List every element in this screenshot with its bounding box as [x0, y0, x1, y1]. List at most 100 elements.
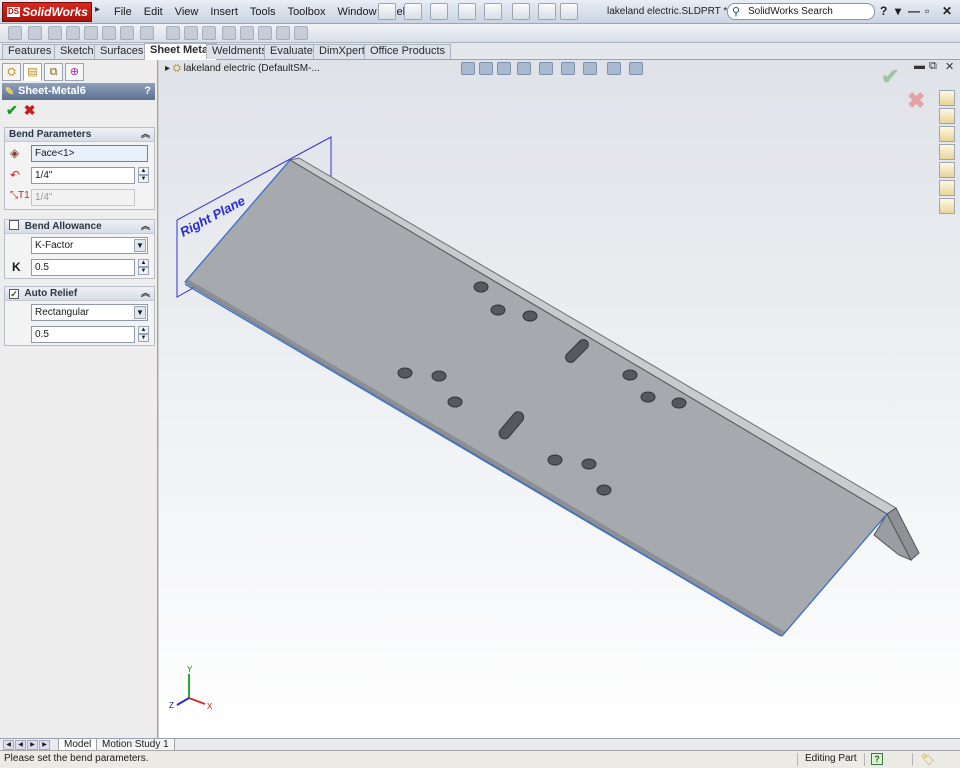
no-bends-icon[interactable]: [222, 26, 236, 40]
tags-icon[interactable]: 🏷: [921, 752, 935, 768]
graphics-area[interactable]: ▸ ⛭ lakeland electric (DefaultSM-... ▬ ⧉…: [159, 60, 960, 738]
thickness-field[interactable]: 1/4": [31, 189, 135, 206]
menu-edit[interactable]: Edit: [138, 5, 169, 19]
minimize-icon[interactable]: —: [908, 4, 920, 18]
collapse-chevron-icon[interactable]: ︽: [141, 287, 150, 300]
fixed-face-field[interactable]: Face<1>: [31, 145, 148, 162]
graphics-restore-icon[interactable]: ⧉: [929, 60, 937, 73]
convert-to-sheet-metal-icon[interactable]: [28, 26, 42, 40]
bend-allowance-checkbox[interactable]: [9, 220, 19, 230]
open-icon[interactable]: [404, 3, 422, 20]
confirmation-corner-ok-icon[interactable]: ✔: [881, 64, 899, 90]
menu-view[interactable]: View: [169, 5, 205, 19]
collapse-chevron-icon[interactable]: ︽: [141, 220, 150, 233]
view-palette-icon[interactable]: [939, 162, 955, 178]
hem-icon[interactable]: [84, 26, 98, 40]
last-tab-icon[interactable]: ▶: [39, 740, 50, 750]
first-tab-icon[interactable]: ◀: [3, 740, 14, 750]
k-factor-field[interactable]: 0.5: [31, 259, 135, 276]
closed-corner-icon[interactable]: [140, 26, 154, 40]
close-icon[interactable]: ✕: [942, 4, 952, 18]
solidworks-logo[interactable]: DS SolidWorks: [2, 2, 92, 22]
graphics-close-icon[interactable]: ✕: [945, 60, 954, 73]
menu-tools[interactable]: Tools: [244, 5, 282, 19]
design-library-icon[interactable]: [939, 108, 955, 124]
file-explorer-icon[interactable]: [939, 126, 955, 142]
tab-office-products[interactable]: Office Products: [364, 44, 451, 59]
save-icon[interactable]: [430, 3, 448, 20]
custom-properties-icon[interactable]: [939, 198, 955, 214]
vent-icon[interactable]: [294, 26, 308, 40]
ok-button[interactable]: ✔: [6, 102, 18, 119]
configuration-manager-tab-icon[interactable]: ⧉: [44, 63, 63, 81]
hide-show-items-icon[interactable]: [583, 62, 597, 75]
extruded-cut-icon[interactable]: [258, 26, 272, 40]
bend-allowance-header[interactable]: Bend Allowance ︽: [5, 220, 154, 234]
graphics-minimize-icon[interactable]: ▬: [914, 60, 925, 72]
help-dropdown-icon[interactable]: ▾: [895, 4, 901, 18]
dimxpert-manager-tab-icon[interactable]: ⊕: [65, 63, 84, 81]
simple-hole-icon[interactable]: [276, 26, 290, 40]
sketched-bend-icon[interactable]: [102, 26, 116, 40]
bend-parameters-header[interactable]: Bend Parameters ︽: [5, 128, 154, 142]
tab-sketch[interactable]: Sketch: [54, 44, 100, 59]
cancel-button[interactable]: ✖: [24, 102, 36, 119]
bend-allowance-type-select[interactable]: K-Factor ▼: [31, 237, 148, 254]
undo-icon[interactable]: [484, 3, 502, 20]
bend-radius-field[interactable]: 1/4": [31, 167, 135, 184]
relief-ratio-spinner[interactable]: ▲ ▼: [138, 326, 149, 343]
bend-radius-spinner[interactable]: ▲ ▼: [138, 167, 149, 184]
menu-insert[interactable]: Insert: [204, 5, 244, 19]
logo-menu-arrow-icon[interactable]: ▸: [95, 4, 100, 15]
previous-view-icon[interactable]: [497, 62, 511, 75]
collapse-chevron-icon[interactable]: ︽: [141, 128, 150, 141]
tab-evaluate[interactable]: Evaluate: [264, 44, 319, 59]
quick-tips-icon[interactable]: ?: [871, 753, 883, 765]
relief-type-select[interactable]: Rectangular ▼: [31, 304, 148, 321]
menu-toolbox[interactable]: Toolbox: [282, 5, 332, 19]
cross-break-icon[interactable]: [120, 26, 134, 40]
select-icon[interactable]: [512, 3, 530, 20]
edge-flange-icon[interactable]: [48, 26, 62, 40]
property-manager-tab-icon[interactable]: ▤: [23, 63, 42, 81]
tab-dimxpert[interactable]: DimXpert: [313, 44, 371, 59]
feature-manager-tab-icon[interactable]: ⛭: [2, 63, 21, 81]
help-menu-icon[interactable]: ?: [880, 4, 887, 18]
new-document-icon[interactable]: [378, 3, 396, 20]
tab-features[interactable]: Features: [2, 44, 58, 59]
zoom-to-area-icon[interactable]: [479, 62, 493, 75]
k-factor-spinner[interactable]: ▲ ▼: [138, 259, 149, 276]
edit-appearance-icon[interactable]: [607, 62, 621, 75]
section-view-icon[interactable]: [517, 62, 531, 75]
confirmation-corner-cancel-icon[interactable]: ✖: [907, 88, 925, 114]
fold-icon[interactable]: [184, 26, 198, 40]
search-results-icon[interactable]: [939, 144, 955, 160]
miter-flange-icon[interactable]: [66, 26, 80, 40]
menu-window[interactable]: Window: [331, 5, 382, 19]
appearances-icon[interactable]: [939, 180, 955, 196]
view-orientation-icon[interactable]: [539, 62, 553, 75]
zoom-to-fit-icon[interactable]: [461, 62, 475, 75]
rip-icon[interactable]: [240, 26, 254, 40]
flyout-feature-tree[interactable]: ▸ ⛭ lakeland electric (DefaultSM-...: [165, 63, 320, 74]
print-icon[interactable]: [458, 3, 476, 20]
menu-file[interactable]: File: [108, 5, 138, 19]
solidworks-resources-icon[interactable]: [939, 90, 955, 106]
chevron-down-icon[interactable]: ▼: [134, 239, 146, 252]
flatten-icon[interactable]: [202, 26, 216, 40]
auto-relief-header[interactable]: ✓ Auto Relief ︽: [5, 287, 154, 301]
search-input[interactable]: ⚲ SolidWorks Search: [727, 3, 875, 20]
base-flange-icon[interactable]: [8, 26, 22, 40]
expand-arrow-icon[interactable]: ▸: [165, 63, 170, 74]
tab-surfaces[interactable]: Surfaces: [94, 44, 150, 59]
prev-tab-icon[interactable]: ◀: [15, 740, 26, 750]
options-icon[interactable]: [560, 3, 578, 20]
display-style-icon[interactable]: [561, 62, 575, 75]
rebuild-icon[interactable]: [538, 3, 556, 20]
help-button[interactable]: ?: [144, 83, 151, 99]
relief-ratio-field[interactable]: 0.5: [31, 326, 135, 343]
auto-relief-checkbox[interactable]: ✓: [9, 289, 19, 299]
view-settings-icon[interactable]: [629, 62, 643, 75]
chevron-down-icon[interactable]: ▼: [134, 306, 146, 319]
tab-weldments[interactable]: Weldments: [206, 44, 273, 59]
